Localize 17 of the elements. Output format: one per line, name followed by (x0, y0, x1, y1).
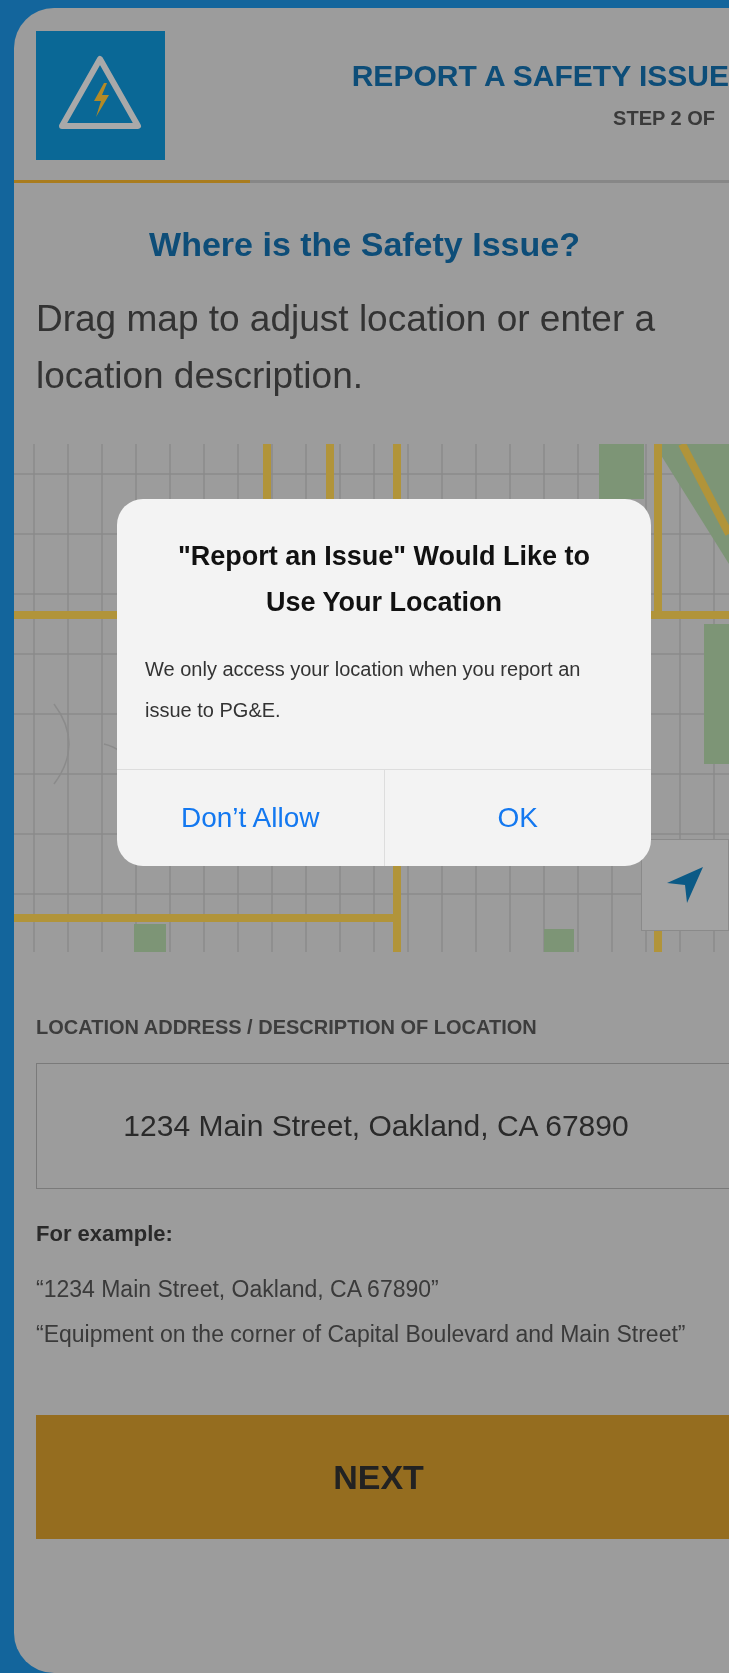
current-location-button[interactable] (641, 839, 729, 931)
dont-allow-button[interactable]: Don’t Allow (117, 770, 384, 866)
examples-label: For example: (36, 1221, 174, 1247)
location-input-field[interactable]: 1234 Main Street, Oakland, CA 67890 (36, 1063, 729, 1189)
section-heading: Where is the Safety Issue? (148, 225, 581, 264)
warning-logo-icon (36, 31, 165, 160)
next-button[interactable]: NEXT (36, 1415, 729, 1539)
dialog-message: We only access your location when you report an issue to PG&E. (145, 657, 582, 723)
page-title: REPORT A SAFETY ISSUE (351, 59, 729, 93)
dialog-title: "Report an Issue" Would Like to Use Your Location (176, 540, 592, 619)
location-arrow-icon (665, 865, 705, 905)
ok-button[interactable]: OK (383, 770, 651, 866)
field-label: LOCATION ADDRESS / DESCRIPTION OF LOCATION (36, 1016, 538, 1039)
example-text: “Equipment on the corner of Capital Boulevard and Main Street” (36, 1320, 687, 1349)
instructions-text: Drag map to adjust location or enter a location description. (35, 297, 657, 398)
step-indicator: STEP 2 OF (613, 107, 716, 130)
example-text: “1234 Main Street, Oakland, CA 67890” (36, 1275, 440, 1304)
